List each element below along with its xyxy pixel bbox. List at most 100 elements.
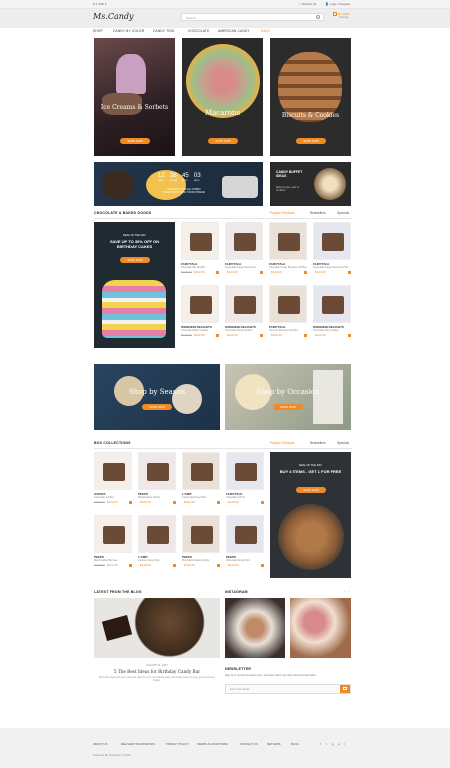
- shop-now-button[interactable]: SHOP NOW: [296, 487, 326, 493]
- tab-bestsellers[interactable]: Bestsellers: [310, 211, 326, 215]
- instagram-prev-icon[interactable]: ‹: [344, 589, 345, 593]
- add-to-cart-icon[interactable]: [216, 334, 219, 337]
- instagram-photo[interactable]: [225, 598, 285, 658]
- footer-link-terms[interactable]: TERMS & CONDITIONS: [197, 742, 228, 746]
- instagram-photo[interactable]: [290, 598, 351, 658]
- banner-macarons[interactable]: Macarons SHOP NOW: [182, 38, 263, 156]
- product-image[interactable]: [269, 222, 307, 260]
- add-to-cart-icon[interactable]: [217, 501, 220, 504]
- login-link[interactable]: 👤 Login / Register: [325, 2, 351, 6]
- add-to-cart-icon[interactable]: [129, 564, 132, 567]
- add-to-cart-icon[interactable]: [260, 271, 263, 274]
- product-card[interactable]: FAIRYTALE Chocolate Candy Assortment $122.…: [225, 222, 263, 274]
- product-image[interactable]: [182, 515, 220, 553]
- product-image[interactable]: [138, 452, 176, 490]
- deal-buy-4-get-1[interactable]: DEAL OF THE DAY BUY 4 ITEMS - GET 1 FOR …: [270, 452, 351, 578]
- product-card[interactable]: WOMHEIN DELIGHTS Chocolate Chunk Cookies $…: [225, 285, 263, 337]
- add-to-cart-icon[interactable]: [348, 334, 351, 337]
- product-card[interactable]: FAIRYTALE Chocolate Gift Tin $122.00: [226, 452, 264, 504]
- product-image[interactable]: [138, 515, 176, 553]
- product-image[interactable]: [226, 452, 264, 490]
- product-image[interactable]: [181, 285, 219, 323]
- blog-image[interactable]: [94, 598, 220, 658]
- shop-now-button[interactable]: SHOP NOW: [273, 404, 303, 410]
- shop-now-button[interactable]: SHOP NOW: [296, 138, 326, 144]
- product-image[interactable]: [226, 515, 264, 553]
- banner-ice-cream[interactable]: Ice Creams & Sorbets SHOP NOW: [94, 38, 175, 156]
- tab-popular[interactable]: Popular Products: [270, 441, 294, 445]
- product-card[interactable]: L'AMIT Caramel Candy Box $122.00: [138, 515, 176, 567]
- product-image[interactable]: [313, 285, 351, 323]
- blog-post-title[interactable]: 5 The Best Ideas for Birthday Candy Bar: [94, 669, 220, 674]
- google-plus-icon[interactable]: g: [332, 742, 334, 746]
- product-card[interactable]: WOMHEIN DELIGHTS Chocolate Chip Cookies $1…: [313, 285, 351, 337]
- product-image[interactable]: [181, 222, 219, 260]
- nav-item-american-candy[interactable]: AMERICAN CANDY: [218, 29, 250, 33]
- product-card[interactable]: L'AMIT Candy Assortment Box $122.00: [182, 452, 220, 504]
- product-image[interactable]: [225, 222, 263, 260]
- newsletter-email-input[interactable]: Enter Your Email: [225, 684, 351, 694]
- product-card[interactable]: FAIRYTALE Chocolate Candy Assortment Box $…: [313, 222, 351, 274]
- newsletter-submit-button[interactable]: [340, 685, 350, 693]
- search-icon[interactable]: [316, 15, 320, 19]
- add-to-cart-icon[interactable]: [129, 501, 132, 504]
- product-image[interactable]: [269, 285, 307, 323]
- product-card[interactable]: PEEPS Marshmallow Chicks $122.00: [138, 452, 176, 504]
- shop-now-button[interactable]: SHOP NOW: [120, 257, 150, 263]
- currency-selector[interactable]: $ ▾ USD ▾: [93, 2, 107, 6]
- add-to-cart-icon[interactable]: [348, 271, 351, 274]
- product-card[interactable]: PEEPS Pink Marshmallow Chicks $122.00: [182, 515, 220, 567]
- logo[interactable]: Ms.Candy: [93, 12, 134, 21]
- shop-now-button[interactable]: SHOP NOW: [120, 138, 150, 144]
- nav-item-chocolate[interactable]: CHOCOLATE: [188, 29, 209, 33]
- deal-birthday-cakes[interactable]: DEAL OF THE DAY SAVE UP TO 30% OFF ON BI…: [94, 222, 175, 348]
- search-input[interactable]: Search: [181, 13, 324, 21]
- add-to-cart-icon[interactable]: [260, 334, 263, 337]
- product-card[interactable]: PEEPS Chocolate Dipped Box $122.00: [226, 515, 264, 567]
- product-image[interactable]: [182, 452, 220, 490]
- nav-item-candy-tins[interactable]: CANDY TINS: [153, 29, 174, 33]
- facebook-icon[interactable]: f: [320, 742, 321, 746]
- product-card[interactable]: WOMHEIN DELIGHTS Chocolate Wafer Cookies $…: [181, 285, 219, 337]
- add-to-cart-icon[interactable]: [173, 501, 176, 504]
- product-card[interactable]: FAIRYTALE Chocolate Fudge Brownies Gift B…: [269, 222, 307, 274]
- shop-by-season-banner[interactable]: Shop by Season SHOP NOW: [94, 364, 220, 430]
- instagram-next-icon[interactable]: ›: [348, 589, 349, 593]
- tab-specials[interactable]: Specials: [337, 441, 349, 445]
- tab-popular[interactable]: Popular Products: [270, 211, 294, 215]
- product-card[interactable]: FAIRYTALE Chocolate Bar Gift Box $135.00 $1…: [181, 222, 219, 274]
- nav-item-sale[interactable]: SALE: [261, 29, 270, 33]
- banner-cookies[interactable]: Biscuits & Cookies SHOP NOW: [270, 38, 351, 156]
- candy-buffet-ideas-banner[interactable]: CANDY BUFFET IDEAS Shop by type, color &…: [270, 162, 351, 206]
- product-image[interactable]: [225, 285, 263, 323]
- shop-by-occasion-banner[interactable]: Shop by Occasion SHOP NOW: [225, 364, 351, 430]
- product-card[interactable]: FAIRYTALE Gourmet Brownies Gift Box $122.0…: [269, 285, 307, 337]
- wishlist-link[interactable]: ♡ Wishlist (0): [298, 2, 316, 6]
- footer-link-delivery[interactable]: DELIVERY INFORMATION: [121, 742, 155, 746]
- shop-now-button[interactable]: SHOP NOW: [142, 404, 172, 410]
- footer-link-returns[interactable]: RETURNS: [267, 742, 281, 746]
- product-card[interactable]: GODIVA Chocolate Gift Box $135.00 $122.00: [94, 452, 132, 504]
- add-to-cart-icon[interactable]: [173, 564, 176, 567]
- add-to-cart-icon[interactable]: [304, 271, 307, 274]
- product-card[interactable]: PEEPS Marshmallow Bunnies $135.00 $122.00: [94, 515, 132, 567]
- shop-now-button[interactable]: SHOP NOW: [208, 138, 238, 144]
- product-image[interactable]: [94, 515, 132, 553]
- rss-icon[interactable]: r: [344, 742, 345, 746]
- product-image[interactable]: [313, 222, 351, 260]
- nav-item-candy-by-color[interactable]: CANDY BY COLOR: [113, 29, 144, 33]
- tab-bestsellers[interactable]: Bestsellers: [310, 441, 326, 445]
- add-to-cart-icon[interactable]: [217, 564, 220, 567]
- add-to-cart-icon[interactable]: [216, 271, 219, 274]
- product-image[interactable]: [94, 452, 132, 490]
- nav-item-shop[interactable]: SHOP: [93, 29, 103, 33]
- footer-link-about[interactable]: ABOUT US: [93, 742, 107, 746]
- cart-button[interactable]: MY CART 0 item(s): [333, 12, 351, 23]
- add-to-cart-icon[interactable]: [261, 501, 264, 504]
- footer-link-contact[interactable]: CONTACT US: [240, 742, 258, 746]
- pinterest-icon[interactable]: p: [338, 742, 340, 746]
- twitter-icon[interactable]: t: [326, 742, 327, 746]
- add-to-cart-icon[interactable]: [261, 564, 264, 567]
- footer-link-privacy[interactable]: PRIVACY POLICY: [166, 742, 189, 746]
- add-to-cart-icon[interactable]: [304, 334, 307, 337]
